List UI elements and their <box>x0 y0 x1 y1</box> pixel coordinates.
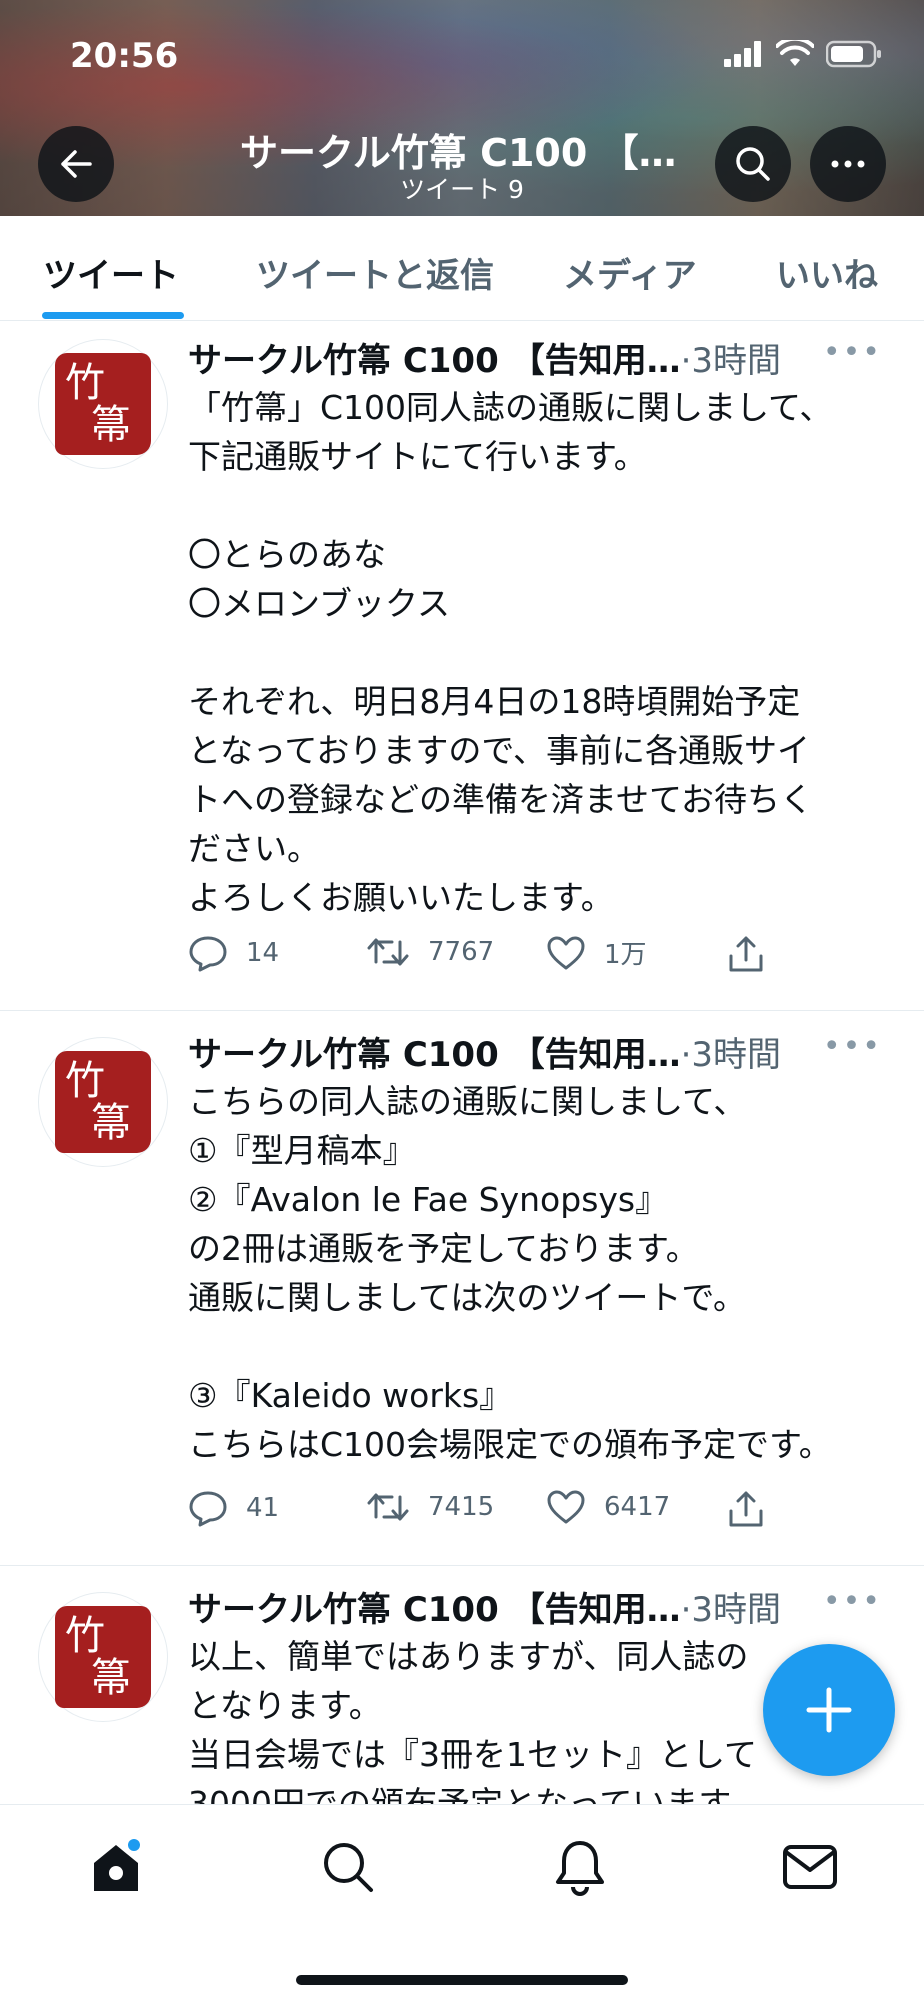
author-name[interactable]: サークル竹箒 C100 【告知用… <box>188 341 681 381</box>
retweet-icon <box>367 1493 409 1521</box>
profile-header-banner: 20:56 サークル竹箒 C100 【… ツイート 9 <box>0 0 924 216</box>
tweet[interactable]: 竹 箒 サークル竹箒 C100 【告知用…·3時間 ••• こちらの同人誌の通販… <box>0 1011 924 1566</box>
wifi-icon <box>776 40 814 66</box>
reply-icon <box>189 936 227 972</box>
tab-likes[interactable]: いいね <box>776 248 878 297</box>
tweet-text: 「竹箒」C100同人誌の通販に関しまして、 下記通販サイトにて行います。 〇とらの… <box>188 388 833 917</box>
share-icon <box>729 1491 763 1527</box>
profile-tabs: ツイート ツイートと返信 メディア いいね <box>0 216 924 321</box>
avatar-seal-logo: 竹 箒 <box>55 353 151 455</box>
author-name[interactable]: サークル竹箒 C100 【告知用… <box>188 1590 681 1630</box>
tweet-actions: 14 7767 1万 <box>188 934 808 984</box>
header-title: サークル竹箒 C100 【… <box>240 131 677 175</box>
retweet-button[interactable]: 7415 <box>366 1489 494 1525</box>
nav-explore[interactable] <box>318 1837 378 1897</box>
active-tab-indicator <box>42 312 184 319</box>
like-icon <box>547 1490 585 1524</box>
battery-icon <box>826 40 881 68</box>
nav-messages[interactable] <box>780 1837 840 1897</box>
tweet-time: ·3時間 <box>680 341 782 381</box>
author-name[interactable]: サークル竹箒 C100 【告知用… <box>188 1035 681 1075</box>
explore-icon <box>324 1843 373 1892</box>
reply-button[interactable]: 14 <box>188 934 279 972</box>
status-icons <box>724 40 882 68</box>
tweet-header: サークル竹箒 C100 【告知用…·3時間 <box>188 333 888 381</box>
avatar-seal-logo: 竹 箒 <box>55 1051 151 1153</box>
notifications-icon <box>556 1841 604 1896</box>
more-icon <box>831 160 865 168</box>
tweet-time: ·3時間 <box>680 1035 782 1075</box>
share-button[interactable] <box>726 934 766 974</box>
home-icon <box>94 1839 140 1891</box>
search-button[interactable] <box>715 126 791 202</box>
like-icon <box>547 936 585 969</box>
tab-tweets-and-replies[interactable]: ツイートと返信 <box>256 248 494 297</box>
retweet-button[interactable]: 7767 <box>366 934 494 970</box>
tweet-header: サークル竹箒 C100 【告知用…·3時間 <box>188 1027 888 1075</box>
tweet-header: サークル竹箒 C100 【告知用…·3時間 <box>188 1582 888 1630</box>
messages-icon <box>783 1845 837 1889</box>
tweet-time: ·3時間 <box>680 1590 782 1630</box>
compose-tweet-button[interactable] <box>763 1644 895 1776</box>
like-button[interactable]: 6417 <box>546 1489 670 1525</box>
reply-icon <box>189 1491 227 1527</box>
home-indicator <box>296 1975 628 1985</box>
search-icon <box>736 147 770 181</box>
avatar[interactable]: 竹 箒 <box>38 1592 168 1722</box>
status-time: 20:56 <box>70 36 179 76</box>
more-options-button[interactable] <box>810 126 886 202</box>
tab-media[interactable]: メディア <box>563 248 697 297</box>
share-button[interactable] <box>726 1489 766 1529</box>
nav-home[interactable] <box>86 1837 146 1897</box>
share-icon <box>729 936 763 972</box>
cellular-signal-icon <box>724 41 761 67</box>
like-button[interactable]: 1万 <box>546 934 647 971</box>
avatar[interactable]: 竹 箒 <box>38 1037 168 1167</box>
avatar[interactable]: 竹 箒 <box>38 339 168 469</box>
tab-tweets[interactable]: ツイート <box>43 248 179 297</box>
retweet-icon <box>367 938 409 966</box>
tweet-actions: 41 7415 6417 <box>188 1489 808 1539</box>
compose-plus-icon <box>806 1687 852 1733</box>
reply-button[interactable]: 41 <box>188 1489 279 1527</box>
tweet-text: こちらの同人誌の通販に関しまして、 ①『型月稿本』 ②『Avalon le Fae … <box>188 1082 832 1464</box>
nav-notifications[interactable] <box>550 1837 610 1897</box>
tweet[interactable]: 竹 箒 サークル竹箒 C100 【告知用…·3時間 ••• 「竹箒」C100同人… <box>0 321 924 1011</box>
tweet-more-button[interactable]: ••• <box>823 335 882 370</box>
bottom-navigation <box>0 1804 924 2001</box>
tweet-more-button[interactable]: ••• <box>823 1029 882 1064</box>
tweet-more-button[interactable]: ••• <box>823 1584 882 1619</box>
avatar-seal-logo: 竹 箒 <box>55 1606 151 1708</box>
